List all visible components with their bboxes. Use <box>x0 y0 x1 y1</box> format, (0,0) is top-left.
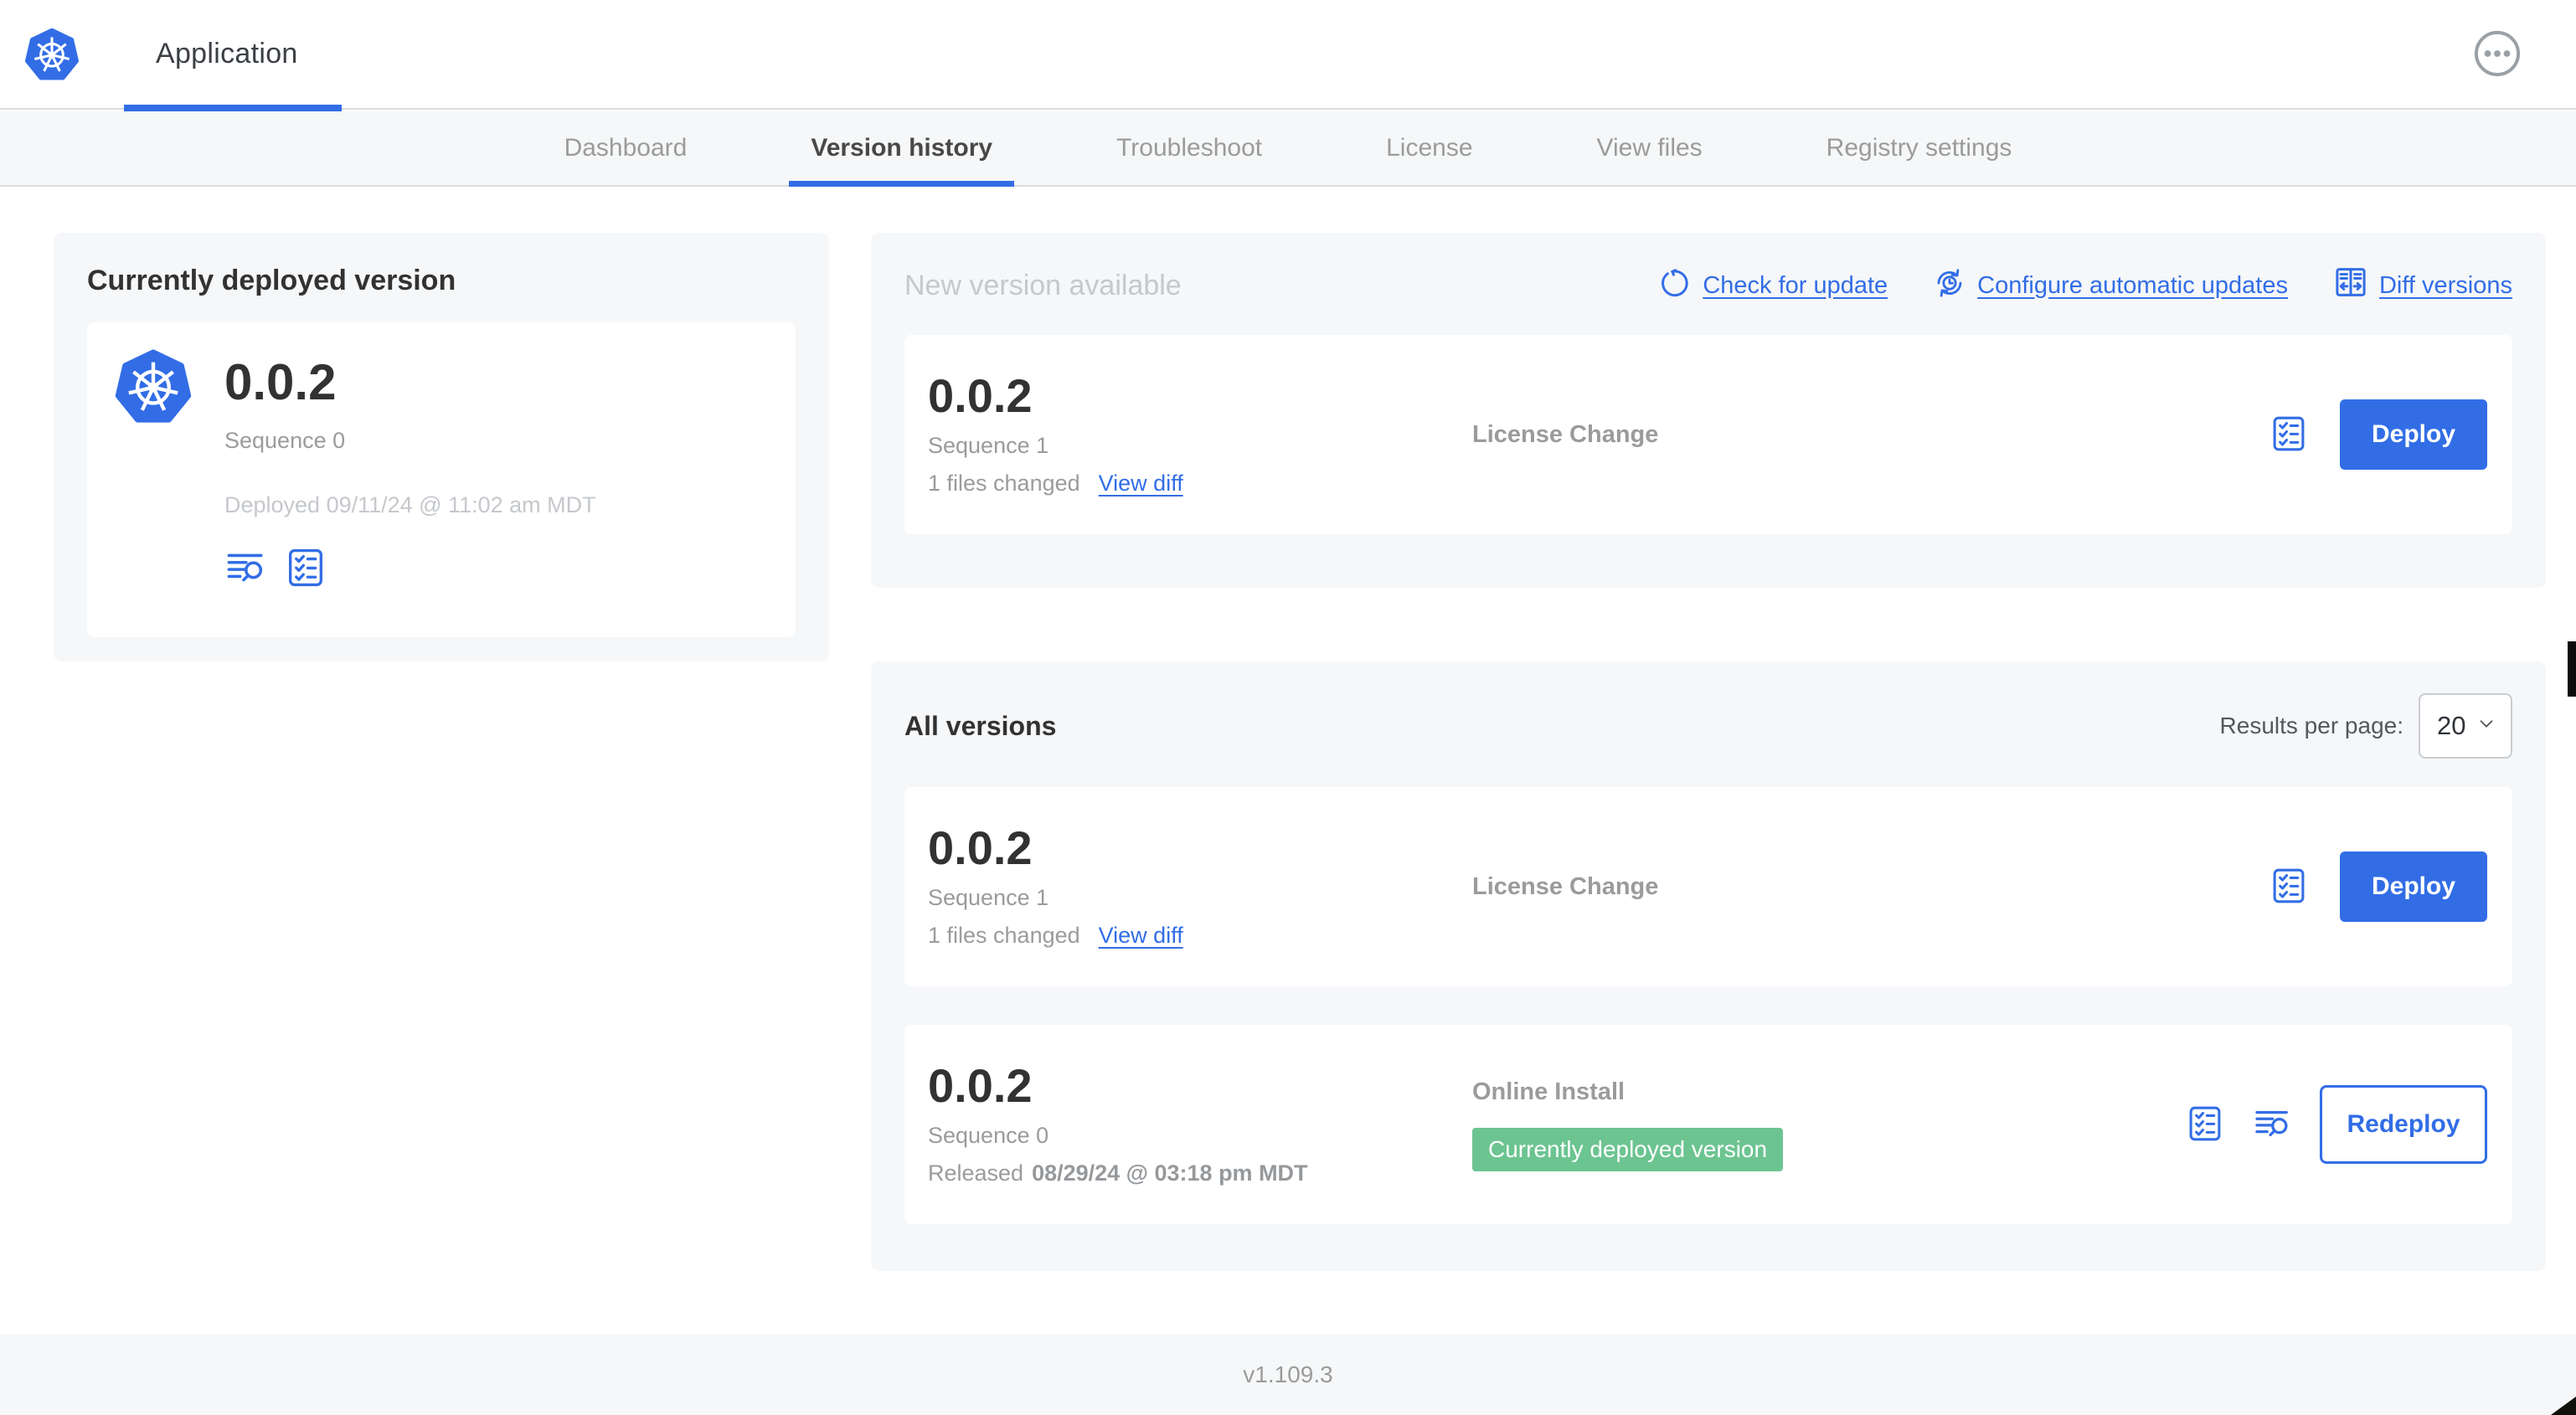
preflight-checklist-icon <box>2269 867 2308 908</box>
view-logs-button[interactable] <box>2253 1104 2291 1145</box>
diff-versions-link[interactable]: Diff versions <box>2333 265 2512 306</box>
deploy-button[interactable]: Deploy <box>2340 399 2487 470</box>
check-for-update-label: Check for update <box>1703 271 1888 299</box>
rotate-ccw-icon <box>1658 265 1692 306</box>
version-number: 0.0.2 <box>928 1059 1033 1112</box>
version-sequence: Sequence 1 <box>928 885 1049 910</box>
version-sequence: Sequence 1 <box>928 433 1049 458</box>
check-for-update-link[interactable]: Check for update <box>1658 265 1888 306</box>
new-version-row: 0.0.2 Sequence 1 1 files changed View di… <box>904 335 2512 534</box>
results-per-page-label: Results per page: <box>2219 713 2403 738</box>
version-source-label: License Change <box>1472 872 1659 900</box>
view-preflight-button[interactable] <box>2269 867 2308 908</box>
files-changed-label: 1 files changed <box>928 923 1080 948</box>
tab-dashboard[interactable]: Dashboard <box>543 111 709 185</box>
console-version: v1.109.3 <box>1243 1361 1333 1387</box>
log-search-icon <box>224 547 266 591</box>
tab-label: Version history <box>811 134 993 162</box>
version-row: 0.0.2 Sequence 1 1 files changed View di… <box>904 787 2512 986</box>
clock-sync-icon <box>1933 265 1966 306</box>
version-sequence: Sequence 0 <box>928 1123 1049 1148</box>
tab-version-history[interactable]: Version history <box>789 111 1015 187</box>
all-versions-panel: All versions Results per page: 20 0.0.2 <box>871 661 2546 1271</box>
all-versions-title: All versions <box>904 710 1057 741</box>
ellipsis-circle-icon <box>2470 30 2524 83</box>
currently-deployed-title: Currently deployed version <box>87 265 456 296</box>
new-version-title: New version available <box>904 269 1182 301</box>
kubernetes-logo-icon <box>23 25 80 85</box>
deployed-version-info: 0.0.2 Sequence 0 Deployed 09/11/24 @ 11:… <box>224 346 596 614</box>
app-tab-active-indicator <box>124 105 342 111</box>
currently-deployed-panel: Currently deployed version 0.0.2 Sequenc… <box>54 233 829 661</box>
version-number: 0.0.2 <box>928 821 1033 874</box>
chevron-down-icon <box>2476 711 2497 741</box>
view-diff-link[interactable]: View diff <box>1099 471 1183 497</box>
view-preflight-button[interactable] <box>2269 414 2308 455</box>
top-bar: Application <box>0 0 2576 111</box>
currently-deployed-badge: Currently deployed version <box>1472 1127 1784 1171</box>
results-per-page-value: 20 <box>2437 711 2466 740</box>
currently-deployed-card: 0.0.2 Sequence 0 Deployed 09/11/24 @ 11:… <box>87 322 796 637</box>
released-label: Released <box>928 1160 1024 1186</box>
tab-label: View files <box>1596 134 1703 162</box>
deployed-version-number: 0.0.2 <box>224 354 337 410</box>
view-preflight-button[interactable] <box>285 547 327 591</box>
split-diff-icon <box>2333 265 2368 306</box>
released-timestamp: 08/29/24 @ 03:18 pm MDT <box>1032 1160 1308 1186</box>
deployed-actions <box>224 547 596 591</box>
configure-automatic-updates-link[interactable]: Configure automatic updates <box>1933 265 2288 306</box>
tab-label: Registry settings <box>1826 134 2012 162</box>
kubernetes-logo-icon <box>112 346 194 430</box>
version-row: 0.0.2 Sequence 0 Released 08/29/24 @ 03:… <box>904 1025 2512 1224</box>
app-tab[interactable]: Application <box>156 0 298 108</box>
configure-automatic-updates-label: Configure automatic updates <box>1977 271 2288 299</box>
overflow-menu-button[interactable] <box>2470 27 2524 80</box>
deployed-sequence: Sequence 0 <box>224 428 346 453</box>
version-history-page: Application Dashboard Version history Tr… <box>0 0 2576 1415</box>
version-source-label: License Change <box>1472 420 1659 448</box>
footer: v1.109.3 <box>0 1335 2576 1415</box>
redeploy-button[interactable]: Redeploy <box>2320 1085 2487 1164</box>
view-logs-button[interactable] <box>224 547 266 591</box>
tab-label: Dashboard <box>564 134 688 162</box>
log-search-icon <box>2253 1104 2291 1145</box>
tab-label: Troubleshoot <box>1116 134 1263 162</box>
preflight-checklist-icon <box>285 547 327 591</box>
deployed-timestamp: Deployed 09/11/24 @ 11:02 am MDT <box>224 492 596 517</box>
update-actions: Check for update Configure automatic upd… <box>1658 265 2512 306</box>
tab-troubleshoot[interactable]: Troubleshoot <box>1095 111 1284 185</box>
active-tab-indicator <box>789 181 1015 187</box>
files-changed-label: 1 files changed <box>928 471 1080 496</box>
app-title: Application <box>156 38 298 69</box>
screen-artifact <box>2568 641 2576 697</box>
view-diff-link[interactable]: View diff <box>1099 923 1183 949</box>
deploy-button[interactable]: Deploy <box>2340 852 2487 922</box>
results-per-page-select[interactable]: 20 <box>2419 693 2512 759</box>
sub-nav-tabs: Dashboard Version history Troubleshoot L… <box>543 111 2034 187</box>
app-sub-nav: Dashboard Version history Troubleshoot L… <box>0 111 2576 187</box>
new-version-panel: New version available Check for update C… <box>871 233 2546 588</box>
tab-label: License <box>1386 134 1473 162</box>
preflight-checklist-icon <box>2269 414 2308 455</box>
version-number: 0.0.2 <box>928 369 1033 422</box>
view-preflight-button[interactable] <box>2186 1104 2224 1145</box>
tab-license[interactable]: License <box>1364 111 1494 185</box>
preflight-checklist-icon <box>2186 1104 2224 1145</box>
tab-view-files[interactable]: View files <box>1575 111 1724 185</box>
version-source-label: Online Install <box>1472 1078 1625 1105</box>
diff-versions-label: Diff versions <box>2378 271 2512 299</box>
tab-registry-settings[interactable]: Registry settings <box>1805 111 2034 185</box>
screen-artifact <box>2551 1397 2576 1415</box>
